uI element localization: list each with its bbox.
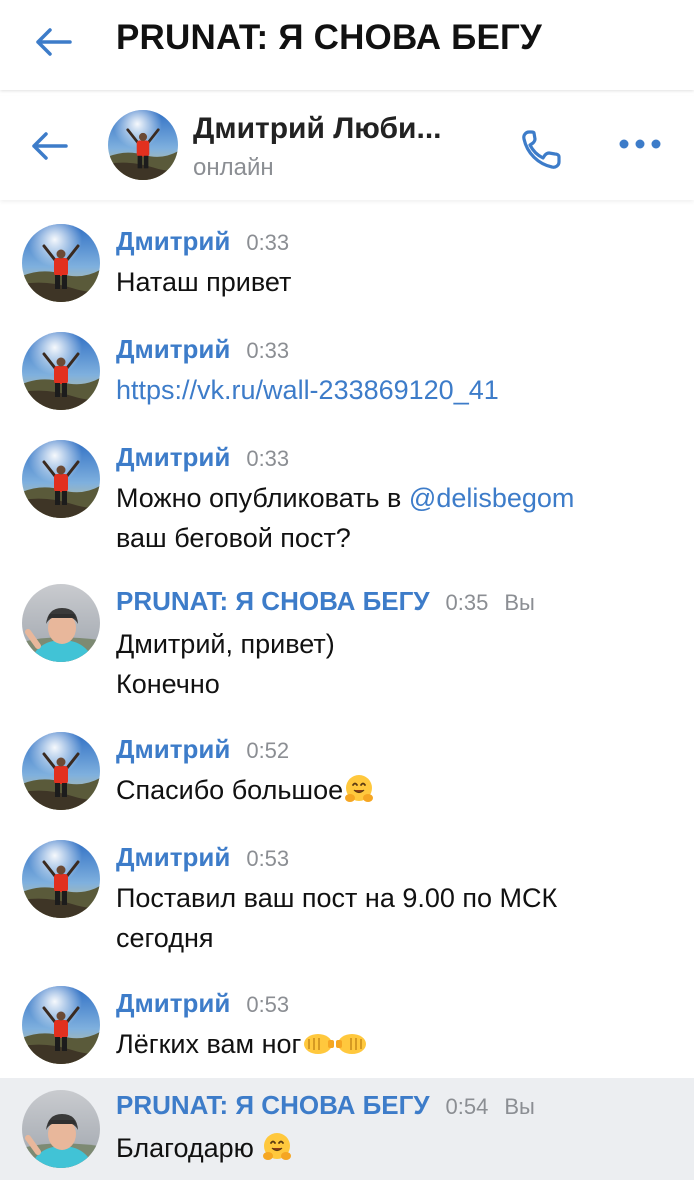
message-text: Конечно (116, 669, 220, 699)
message-item[interactable]: Дмитрий 0:33 https://vk.ru/wall-23386912… (0, 312, 694, 420)
message-text: ваш беговой пост? (116, 523, 351, 553)
message-time: 0:33 (246, 446, 290, 471)
sender-avatar[interactable] (22, 224, 100, 302)
message-item[interactable]: Дмитрий 0:33 Можно опубликовать в @delis… (0, 420, 694, 566)
more-button[interactable] (616, 132, 664, 156)
message-text: Благодарю (116, 1133, 262, 1163)
message-text: Поставил ваш пост на 9.00 по МСК (116, 883, 558, 913)
message-time: 0:53 (246, 992, 290, 1017)
message-link[interactable]: https://vk.ru/wall-233869120_41 (116, 375, 499, 405)
fist-bump-emoji-icon (304, 1034, 367, 1054)
you-label: Вы (504, 1094, 535, 1119)
message-time: 0:53 (246, 846, 290, 871)
sender-avatar[interactable] (22, 332, 100, 410)
message-text: Спасибо большое (116, 775, 344, 805)
message-time: 0:33 (246, 338, 290, 363)
message-time: 0:35 (445, 590, 489, 615)
you-label: Вы (504, 590, 535, 615)
mention-link[interactable]: @delisbegom (409, 483, 575, 513)
message-author[interactable]: Дмитрий (116, 334, 230, 365)
sender-avatar[interactable] (22, 732, 100, 810)
message-author[interactable]: PRUNAT: Я СНОВА БЕГУ (116, 586, 430, 617)
hugging-face-emoji-icon (263, 1133, 292, 1160)
online-status: онлайн (193, 154, 274, 181)
message-time: 0:33 (246, 230, 290, 255)
message-text: Лёгких вам ног (116, 1029, 302, 1059)
message-author[interactable]: Дмитрий (116, 442, 230, 473)
message-item[interactable]: Дмитрий 0:33 Наташ привет (0, 204, 694, 312)
chat-back-button[interactable] (26, 126, 72, 166)
message-item[interactable]: Дмитрий 0:52 Спасибо большое (0, 712, 694, 820)
page-title: PRUNAT: Я СНОВА БЕГУ (116, 18, 543, 57)
phone-icon (522, 130, 561, 169)
message-time: 0:54 (445, 1094, 489, 1119)
app-header: PRUNAT: Я СНОВА БЕГУ (0, 0, 694, 90)
chat-name[interactable]: Дмитрий Люби... (193, 112, 442, 146)
arrow-left-icon (32, 132, 68, 160)
message-author[interactable]: Дмитрий (116, 226, 230, 257)
hugging-face-emoji-icon (345, 775, 374, 802)
chat-header: Дмитрий Люби... онлайн (0, 96, 694, 200)
message-author[interactable]: Дмитрий (116, 734, 230, 765)
chat-avatar[interactable] (108, 110, 178, 180)
message-text: сегодня (116, 923, 214, 953)
message-item[interactable]: Дмитрий 0:53 Лёгких вам ног (0, 966, 694, 1074)
message-text: Наташ привет (116, 267, 292, 297)
sender-avatar[interactable] (22, 440, 100, 518)
message-author[interactable]: Дмитрий (116, 842, 230, 873)
message-author[interactable]: PRUNAT: Я СНОВА БЕГУ (116, 1090, 430, 1121)
arrow-left-icon (36, 28, 72, 56)
sender-avatar[interactable] (22, 986, 100, 1064)
message-list: Дмитрий 0:33 Наташ привет Дмитрий 0:33 h… (0, 204, 694, 1180)
back-button[interactable] (30, 22, 76, 62)
message-author[interactable]: Дмитрий (116, 988, 230, 1019)
message-item[interactable]: Дмитрий 0:53 Поставил ваш пост на 9.00 п… (0, 820, 694, 966)
message-time: 0:52 (246, 738, 290, 763)
more-dots-icon (619, 139, 661, 149)
message-text: Дмитрий, привет) (116, 629, 335, 659)
sender-avatar[interactable] (22, 840, 100, 918)
sender-avatar[interactable] (22, 1090, 100, 1168)
call-button[interactable] (519, 126, 569, 172)
message-item[interactable]: PRUNAT: Я СНОВА БЕГУ 0:54 Вы Благодарю (0, 1078, 694, 1180)
sender-avatar[interactable] (22, 584, 100, 662)
message-text: Можно опубликовать в (116, 483, 409, 513)
message-item[interactable]: PRUNAT: Я СНОВА БЕГУ 0:35 Вы Дмитрий, пр… (0, 566, 694, 712)
